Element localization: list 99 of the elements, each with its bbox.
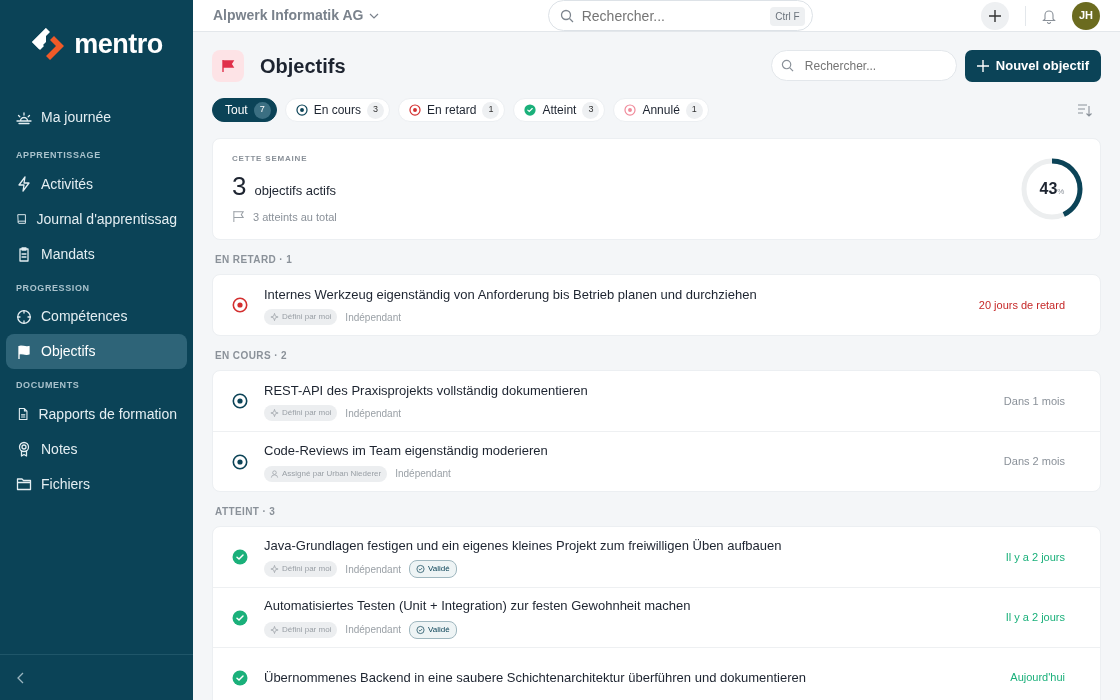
progress-value: 43 [1039, 179, 1058, 199]
nav-item[interactable]: Objectifs [6, 334, 187, 369]
progress-unit: % [1057, 187, 1065, 198]
filter-tab[interactable]: Annulé 1 [613, 98, 709, 122]
user-avatar[interactable]: JH [1072, 1, 1100, 30]
check-circle-icon [524, 104, 537, 116]
target-icon [624, 104, 637, 116]
total-text: 3 atteints au total [253, 209, 337, 225]
filter-tab[interactable]: En retard 1 [398, 98, 506, 122]
section-heading: DOCUMENTS [15, 379, 81, 392]
category-label: Indépendant [345, 623, 401, 638]
nav-item[interactable]: Ma journée [6, 100, 187, 135]
target-icon [295, 104, 308, 116]
goal-title: Übernommenes Backend in eine saubere Schichtenarchitektur überführen und dokumentieren [264, 668, 806, 687]
due-date: Il y a 2 jours [1005, 549, 1065, 565]
nav-item[interactable]: Fichiers [6, 466, 187, 502]
company-switcher[interactable]: Alpwerk Informatik AG [213, 5, 380, 26]
status-tag: Validé [409, 560, 457, 579]
add-button[interactable] [981, 1, 1009, 30]
flag-icon [212, 50, 244, 82]
due-date: Aujourd'hui [1010, 670, 1065, 686]
due-date: Il y a 2 jours [1005, 610, 1065, 626]
goal-row[interactable]: Code-Reviews im Team eigenständig moderieren Assigné par Urban Niederer Indépendant Dans 2 mois [213, 431, 1100, 491]
check-circle-icon [416, 624, 425, 635]
brand-name: mentro [74, 27, 163, 61]
due-date: Dans 2 mois [1003, 454, 1065, 470]
sort-icon[interactable] [1077, 103, 1093, 117]
count-badge: 3 [582, 101, 600, 119]
category-label: Indépendant [345, 562, 401, 577]
origin-tag: Défini par moi [264, 309, 338, 326]
section-heading: APPRENTISSAGE [15, 149, 102, 162]
nav-item[interactable]: Mandats [6, 236, 187, 272]
filter-tab[interactable]: En cours 3 [284, 98, 391, 122]
section-heading: PROGRESSION [15, 281, 91, 295]
goal-row[interactable]: Java-Grundlagen festigen und ein eigenes kleines Projekt zum freiwilligen Üben aufbauen Défini par moi Indépendant Validé Il y a 2 jours [213, 527, 1100, 587]
goal-row[interactable]: REST-API des Praxisprojekts vollständig dokumentieren Défini par moi Indépendant Dans 1 mois [213, 371, 1100, 431]
origin-tag: Défini par moi [264, 405, 338, 422]
section-heading: ATTEINT · 3 [214, 505, 277, 519]
nav-item[interactable]: Activités [6, 166, 187, 202]
page-title: Objectifs [260, 54, 346, 79]
shortcut-hint: Ctrl F [770, 7, 805, 26]
due-date: Dans 1 mois [1003, 393, 1065, 409]
nav-item[interactable]: Compétences [6, 299, 187, 334]
sparkle-icon [270, 624, 279, 635]
origin-tag: Défini par moi [264, 621, 338, 638]
section-heading: EN COURS · 2 [214, 349, 289, 363]
goal-row[interactable]: Internes Werkzeug eigenständig von Anforderung bis Betrieb planen und durchziehen Défini par moi Indépendant 20 jours de retard [213, 275, 1100, 335]
status-tag: Validé [409, 620, 457, 639]
sparkle-icon [270, 564, 279, 575]
category-label: Indépendant [345, 310, 401, 325]
sparkle-icon [270, 312, 279, 323]
goal-title: Internes Werkzeug eigenständig von Anforderung bis Betrieb planen und durchziehen [264, 285, 757, 304]
goal-title: Code-Reviews im Team eigenständig moderieren [264, 442, 548, 461]
lightning-icon [16, 176, 32, 192]
origin-tag: Assigné par Urban Niederer [264, 465, 388, 482]
collapse-icon[interactable] [16, 672, 26, 685]
book-icon [16, 211, 28, 227]
target-icon [409, 104, 422, 116]
folder-icon [16, 476, 32, 492]
count-badge: 1 [482, 101, 500, 119]
plus-icon [988, 8, 1002, 23]
due-date: 20 jours de retard [978, 297, 1065, 313]
goal-row[interactable]: Übernommenes Backend in eine saubere Schichtenarchitektur überführen und dokumentieren Aujourd'hui [213, 647, 1100, 700]
person-icon [270, 468, 279, 479]
active-count: 3 [232, 173, 247, 199]
flag-icon [16, 343, 32, 360]
nav-item[interactable]: Rapports de formation [6, 396, 187, 432]
count-badge: 1 [685, 101, 703, 119]
category-label: Indépendant [345, 406, 401, 421]
goal-title: Automatisiertes Testen (Unit + Integration) zur festen Gewohnheit machen [264, 597, 691, 616]
chevron-down-icon [369, 12, 380, 19]
bell-icon[interactable] [1042, 7, 1056, 24]
nav-item[interactable]: Notes [6, 431, 187, 467]
crosshair-icon [16, 308, 32, 325]
origin-tag: Défini par moi [264, 561, 338, 578]
goal-title: REST-API des Praxisprojekts vollständig dokumentieren [264, 381, 588, 400]
count-badge: 3 [367, 101, 385, 119]
check-circle-icon [416, 564, 425, 575]
progress-ring [1020, 157, 1084, 221]
count-badge: 7 [253, 101, 271, 119]
plus-icon [976, 60, 989, 72]
nav-item[interactable]: Journal d'apprentissag [6, 201, 187, 237]
search-icon [780, 59, 794, 72]
filter-tab[interactable]: Tout 7 [212, 98, 277, 122]
flag-icon [232, 210, 245, 224]
sparkle-icon [270, 408, 279, 419]
goal-row[interactable]: Automatisiertes Testen (Unit + Integration) zur festen Gewohnheit machen Défini par moi Indépendant Validé Il y a 2 jours [213, 587, 1100, 647]
award-icon [16, 441, 32, 457]
section-heading: EN RETARD · 1 [214, 253, 294, 267]
goal-title: Java-Grundlagen festigen und ein eigenes kleines Projekt zum freiwilligen Üben aufbauen [264, 536, 782, 555]
search-icon [559, 9, 574, 23]
document-icon [16, 406, 30, 422]
clipboard-icon [16, 246, 32, 262]
summary-caption: CETTE SEMAINE [232, 153, 309, 165]
active-label: objectifs actifs [254, 182, 337, 200]
category-label: Indépendant [395, 467, 451, 482]
search-field[interactable]: Rechercher... [770, 50, 957, 81]
filter-tab[interactable]: Atteint 3 [513, 98, 606, 122]
new-goal-button[interactable]: Nouvel objectif [964, 50, 1101, 82]
